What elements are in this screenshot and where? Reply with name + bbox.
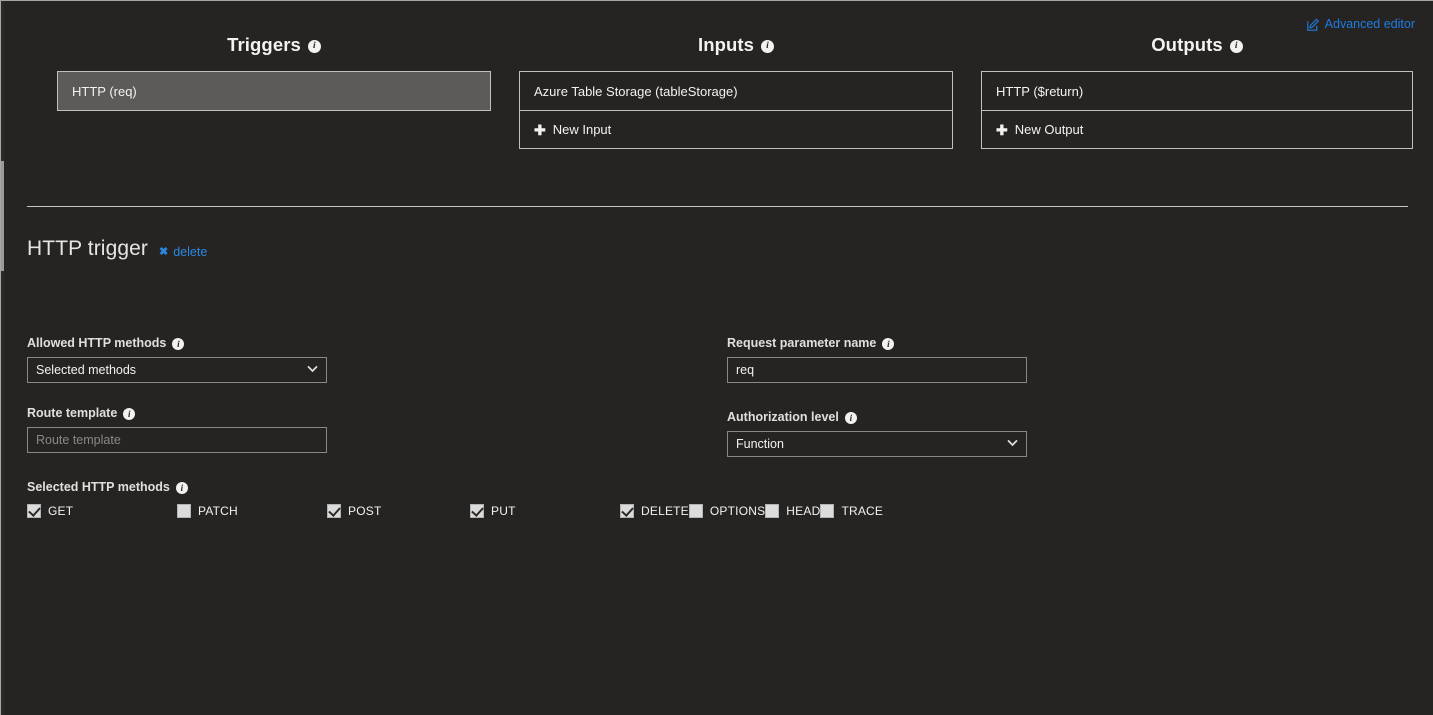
field-allowed-http-methods: Allowed HTTP methods i All methodsSelect… — [27, 336, 327, 383]
section-divider — [27, 206, 1408, 207]
authorization-level-label-text: Authorization level — [727, 410, 839, 424]
page-scrollbar-thumb[interactable] — [1, 161, 4, 271]
delete-label: delete — [173, 245, 207, 259]
new-output-button[interactable]: ✚ New Output — [982, 110, 1412, 148]
trigger-form: Allowed HTTP methods i All methodsSelect… — [27, 296, 1408, 496]
http-methods-checkbox-grid: GETPATCHPOSTPUTDELETEOPTIONSHEADTRACE — [27, 501, 627, 521]
method-checkbox-post[interactable]: POST — [327, 501, 470, 521]
field-route-template: Route template i — [27, 406, 327, 453]
selected-http-methods-label-text: Selected HTTP methods — [27, 480, 170, 494]
allowed-http-methods-label: Allowed HTTP methods i — [27, 336, 327, 350]
method-checkbox-patch[interactable]: PATCH — [177, 501, 327, 521]
info-icon[interactable]: i — [123, 408, 135, 420]
info-icon[interactable]: i — [308, 40, 321, 53]
request-parameter-name-input[interactable] — [727, 357, 1027, 383]
outputs-title: Outputs i — [981, 1, 1413, 56]
allowed-http-methods-label-text: Allowed HTTP methods — [27, 336, 166, 350]
request-parameter-name-label-text: Request parameter name — [727, 336, 876, 350]
outputs-column: Outputs i HTTP ($return) ✚ New Output — [981, 1, 1413, 149]
field-selected-http-methods: Selected HTTP methods i GETPATCHPOSTPUTD… — [27, 480, 627, 521]
detail-header: HTTP trigger ✖ delete — [27, 237, 1408, 271]
inputs-title-label: Inputs — [698, 34, 754, 56]
field-authorization-level: Authorization level i FunctionAnonymousA… — [727, 410, 1027, 457]
inputs-title: Inputs i — [519, 1, 953, 56]
method-checkbox-options[interactable]: OPTIONS — [689, 501, 765, 521]
method-label: PATCH — [198, 504, 238, 518]
authorization-level-label: Authorization level i — [727, 410, 1027, 424]
close-x-icon: ✖ — [159, 245, 168, 258]
bindings-columns: Triggers i HTTP (req) Inputs i Azure Tab… — [1, 1, 1433, 171]
triggers-box: HTTP (req) — [57, 71, 491, 111]
method-label: TRACE — [841, 504, 883, 518]
method-label: GET — [48, 504, 73, 518]
info-icon[interactable]: i — [761, 40, 774, 53]
method-label: PUT — [491, 504, 516, 518]
new-input-button[interactable]: ✚ New Input — [520, 110, 952, 148]
method-label: HEAD — [786, 504, 820, 518]
inputs-box: Azure Table Storage (tableStorage) ✚ New… — [519, 71, 953, 149]
route-template-input[interactable] — [27, 427, 327, 453]
triggers-title-label: Triggers — [227, 34, 301, 56]
trigger-row-http-req[interactable]: HTTP (req) — [58, 72, 490, 110]
method-checkbox-delete[interactable]: DELETE — [620, 501, 689, 521]
method-checkbox-head[interactable]: HEAD — [765, 501, 820, 521]
selected-http-methods-label: Selected HTTP methods i — [27, 480, 627, 494]
method-checkbox-trace[interactable]: TRACE — [820, 501, 883, 521]
page-title: HTTP trigger — [27, 237, 148, 261]
new-output-label: New Output — [1015, 122, 1084, 137]
trigger-detail-pane: HTTP trigger ✖ delete Allowed HTTP metho… — [27, 237, 1408, 496]
function-integrate-pane: Advanced editor Triggers i HTTP (req) In… — [0, 0, 1433, 715]
outputs-title-label: Outputs — [1151, 34, 1223, 56]
checkbox-checked-icon[interactable] — [27, 504, 41, 518]
triggers-column: Triggers i HTTP (req) — [57, 1, 491, 111]
checkbox-checked-icon[interactable] — [470, 504, 484, 518]
method-checkbox-put[interactable]: PUT — [470, 501, 620, 521]
trigger-row-label: HTTP (req) — [72, 84, 137, 99]
input-row-label: Azure Table Storage (tableStorage) — [534, 84, 738, 99]
output-row-label: HTTP ($return) — [996, 84, 1083, 99]
method-checkbox-get[interactable]: GET — [27, 501, 177, 521]
new-input-label: New Input — [553, 122, 612, 137]
info-icon[interactable]: i — [845, 412, 857, 424]
plus-icon: ✚ — [534, 123, 546, 137]
checkbox-unchecked-icon[interactable] — [820, 504, 834, 518]
checkbox-checked-icon[interactable] — [327, 504, 341, 518]
allowed-http-methods-select[interactable]: All methodsSelected methods — [27, 357, 327, 383]
checkbox-unchecked-icon[interactable] — [765, 504, 779, 518]
method-label: POST — [348, 504, 381, 518]
checkbox-unchecked-icon[interactable] — [177, 504, 191, 518]
info-icon[interactable]: i — [882, 338, 894, 350]
info-icon[interactable]: i — [176, 482, 188, 494]
authorization-level-select[interactable]: FunctionAnonymousAdmin — [727, 431, 1027, 457]
outputs-box: HTTP ($return) ✚ New Output — [981, 71, 1413, 149]
triggers-title: Triggers i — [57, 1, 491, 56]
method-label: OPTIONS — [710, 504, 765, 518]
request-parameter-name-label: Request parameter name i — [727, 336, 1027, 350]
info-icon[interactable]: i — [1230, 40, 1243, 53]
output-row-http-return[interactable]: HTTP ($return) — [982, 72, 1412, 110]
route-template-label-text: Route template — [27, 406, 117, 420]
input-row-azure-table-storage[interactable]: Azure Table Storage (tableStorage) — [520, 72, 952, 110]
field-request-parameter-name: Request parameter name i — [727, 336, 1027, 383]
inputs-column: Inputs i Azure Table Storage (tableStora… — [519, 1, 953, 149]
info-icon[interactable]: i — [172, 338, 184, 350]
checkbox-unchecked-icon[interactable] — [689, 504, 703, 518]
route-template-label: Route template i — [27, 406, 327, 420]
plus-icon: ✚ — [996, 123, 1008, 137]
checkbox-checked-icon[interactable] — [620, 504, 634, 518]
method-label: DELETE — [641, 504, 689, 518]
delete-trigger-link[interactable]: ✖ delete — [159, 245, 207, 259]
